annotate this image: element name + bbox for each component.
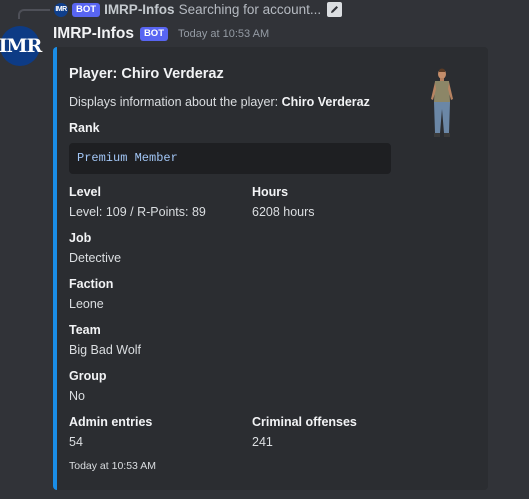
field-hours-value: 6208 hours (252, 205, 315, 219)
field-group-name: Group (69, 369, 107, 383)
description-player-name: Chiro Verderaz (281, 95, 370, 109)
field-faction-value: Leone (69, 297, 104, 311)
field-group-value: No (69, 389, 85, 403)
player-skin-thumbnail[interactable] (427, 67, 457, 141)
embed-title: Player: Chiro Verderaz (69, 66, 224, 82)
reply-connector (18, 9, 50, 19)
field-level-name: Level (69, 185, 101, 199)
author-avatar[interactable]: IMR (0, 26, 42, 66)
pencil-icon (327, 2, 343, 17)
player-embed: Player: Chiro Verderaz Displays informat… (53, 47, 488, 490)
message-timestamp[interactable]: Today at 10:53 AM (178, 28, 269, 40)
message-header: IMRP-Infos BOT Today at 10:53 AM (53, 24, 269, 44)
description-text: Displays information about the player: (69, 95, 282, 109)
field-criminal-offenses-name: Criminal offenses (252, 415, 357, 429)
field-rank-name: Rank (69, 121, 100, 135)
rank-codeblock: Premium Member (69, 143, 391, 174)
field-admin-entries-value: 54 (69, 435, 83, 449)
field-faction-name: Faction (69, 277, 114, 291)
bot-tag: BOT (139, 27, 168, 41)
embed-footer-timestamp: Today at 10:53 AM (69, 460, 156, 472)
reply-text[interactable]: Searching for account... (179, 2, 322, 17)
field-hours-name: Hours (252, 185, 289, 199)
field-level-value: Level: 109 / R-Points: 89 (69, 205, 206, 219)
field-job-value: Detective (69, 251, 122, 265)
rank-value: Premium Member (77, 151, 178, 165)
field-team-name: Team (69, 323, 101, 337)
chat-message: IMR BOT IMRP-Infos Searching for account… (0, 0, 529, 499)
embed-description: Displays information about the player: C… (69, 95, 370, 109)
reply-bot-tag: BOT (72, 2, 101, 17)
reply-reference[interactable]: IMR BOT IMRP-Infos Searching for account… (54, 0, 343, 19)
field-admin-entries-name: Admin entries (69, 415, 153, 429)
reply-avatar[interactable]: IMR (54, 2, 68, 17)
field-criminal-offenses-value: 241 (252, 435, 273, 449)
reply-author[interactable]: IMRP-Infos (104, 2, 175, 17)
field-job-name: Job (69, 231, 92, 245)
field-team-value: Big Bad Wolf (69, 343, 142, 357)
author-name[interactable]: IMRP-Infos (53, 25, 134, 43)
